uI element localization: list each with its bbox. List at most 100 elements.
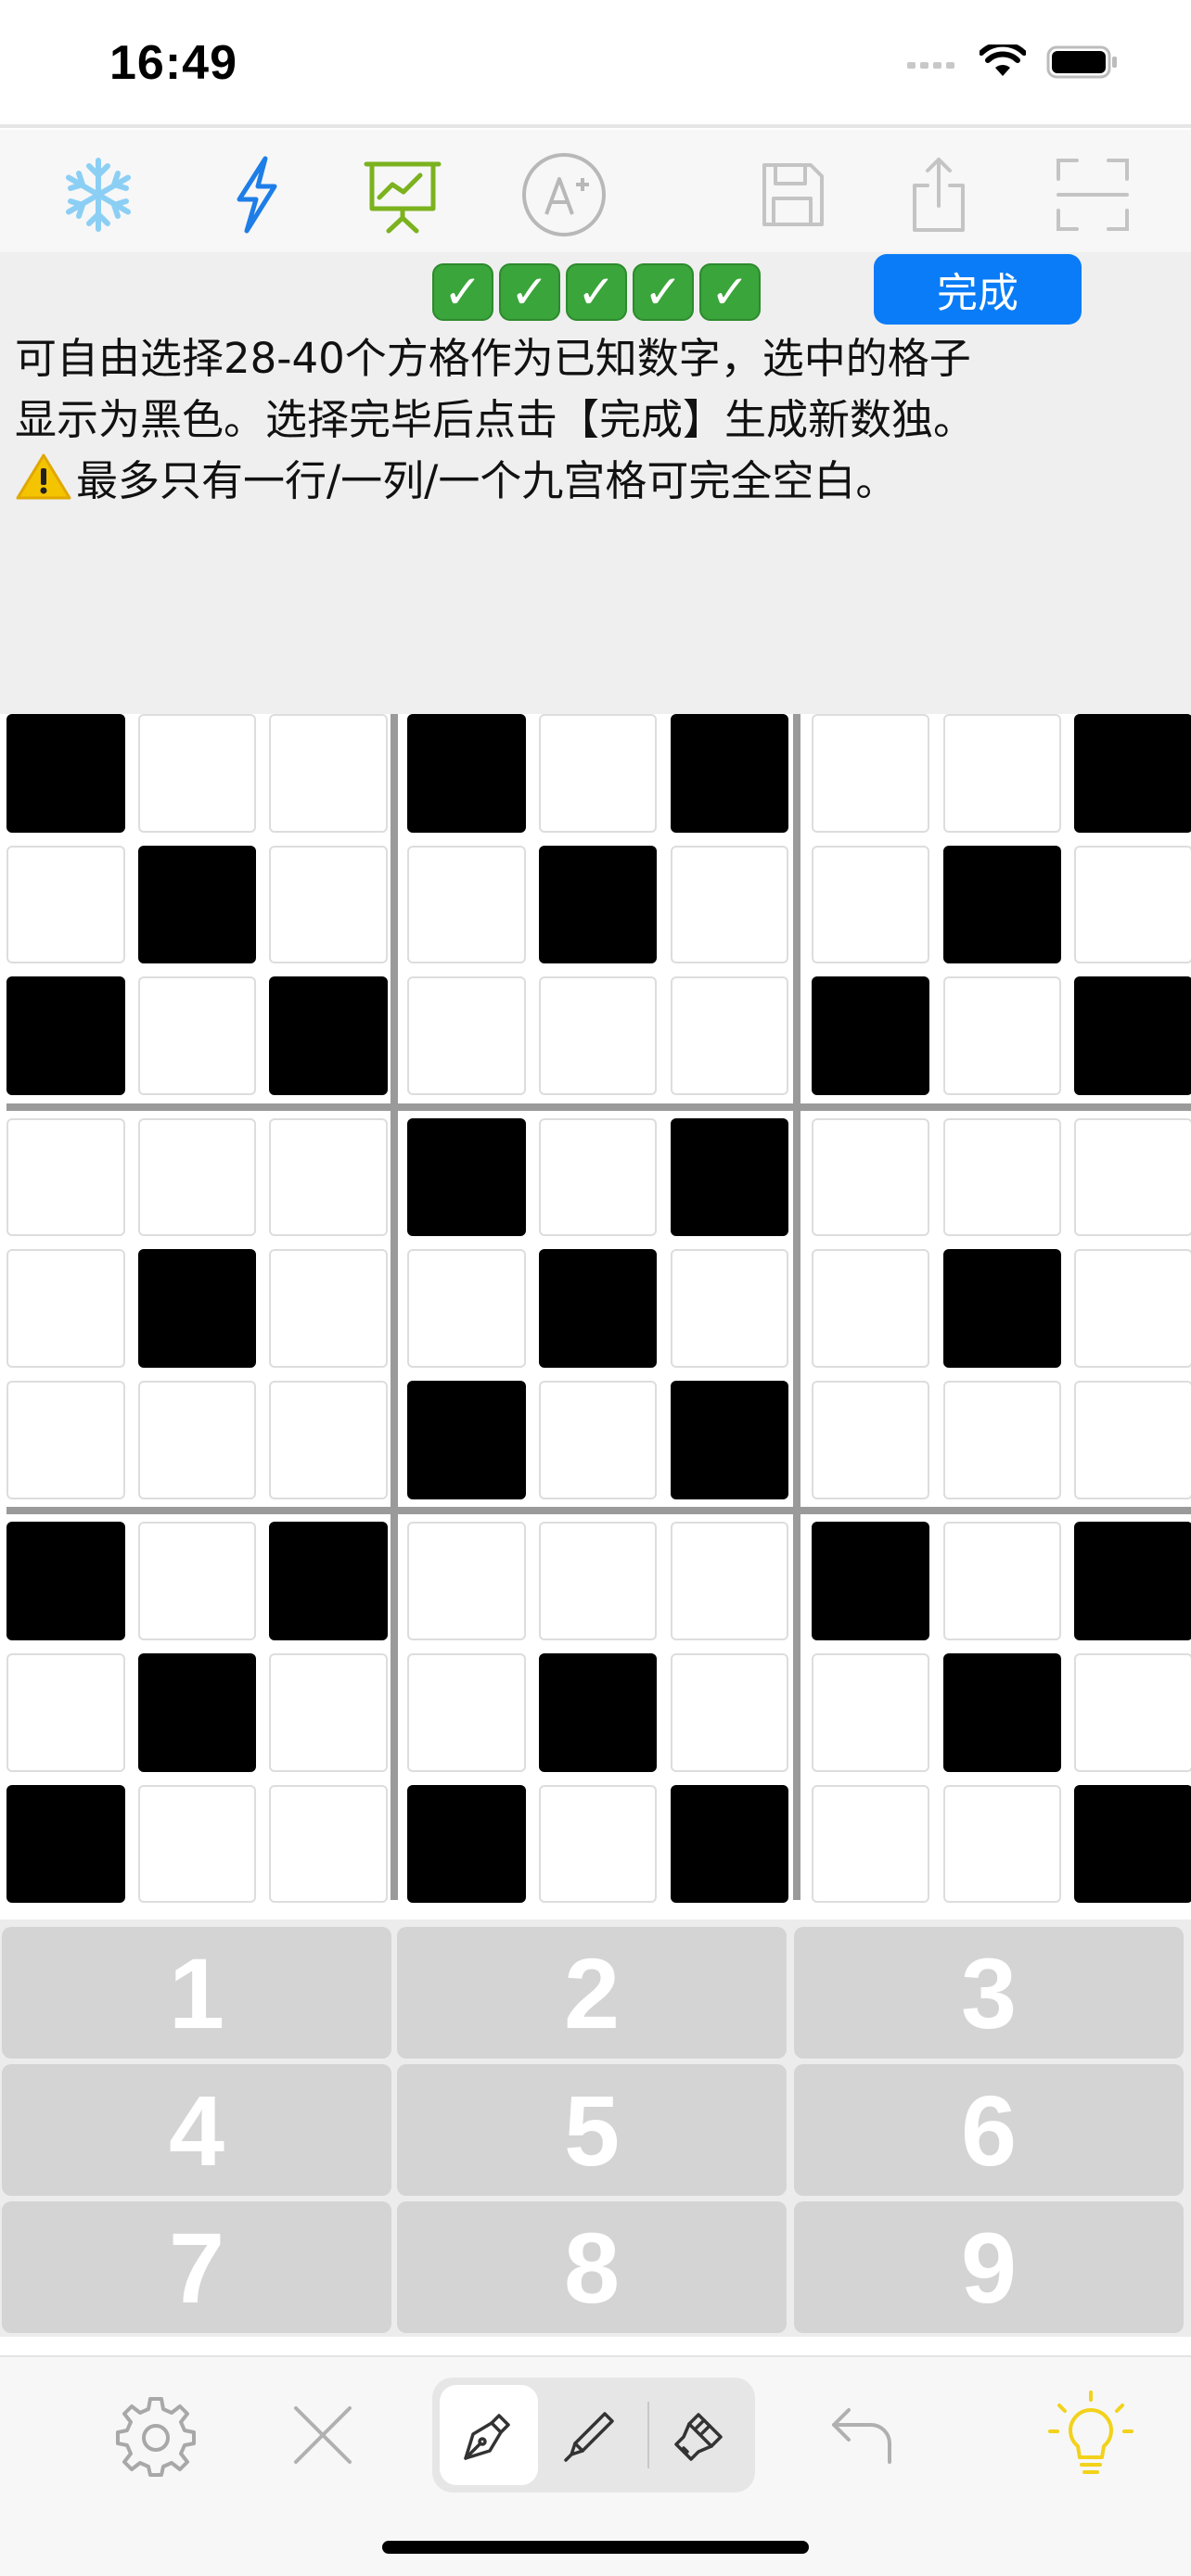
grid-cell-selected[interactable] — [137, 1249, 257, 1368]
grid-cell-selected[interactable] — [6, 1784, 125, 1904]
key-7[interactable]: 7 — [2, 2201, 391, 2333]
grid-cell-selected[interactable] — [538, 1653, 658, 1772]
grid-cell[interactable] — [269, 1381, 388, 1499]
grid-cell[interactable] — [269, 845, 388, 964]
grid-cell[interactable] — [6, 1117, 125, 1237]
grid-cell[interactable] — [407, 1249, 526, 1368]
grid-cell[interactable] — [1074, 845, 1191, 964]
grid-cell-selected[interactable] — [670, 1381, 789, 1499]
grid-cell-selected[interactable] — [670, 1117, 789, 1237]
grid-cell[interactable] — [269, 1653, 388, 1772]
grid-cell[interactable] — [811, 1653, 930, 1772]
grid-cell-selected[interactable] — [407, 714, 526, 833]
key-1[interactable]: 1 — [2, 1927, 391, 2059]
grid-cell-selected[interactable] — [670, 1784, 789, 1904]
grid-cell[interactable] — [6, 1653, 125, 1772]
grid-cell[interactable] — [538, 1522, 658, 1640]
brush-icon[interactable] — [659, 2391, 742, 2480]
grid-cell-selected[interactable] — [407, 1784, 526, 1904]
grid-cell-selected[interactable] — [137, 1653, 257, 1772]
key-3[interactable]: 3 — [794, 1927, 1184, 2059]
grid-cell-selected[interactable] — [1074, 976, 1191, 1095]
grid-cell[interactable] — [942, 714, 1062, 833]
grid-cell-selected[interactable] — [407, 1117, 526, 1237]
grid-cell[interactable] — [670, 1522, 789, 1640]
grade-a-plus-icon[interactable] — [519, 150, 608, 239]
pen-icon[interactable] — [447, 2391, 531, 2480]
grid-cell[interactable] — [670, 1653, 789, 1772]
undo-icon[interactable] — [816, 2391, 909, 2480]
grid-cell[interactable] — [811, 1784, 930, 1904]
grid-cell-selected[interactable] — [1074, 1784, 1191, 1904]
grid-cell-selected[interactable] — [1074, 1522, 1191, 1640]
grid-cell[interactable] — [670, 1249, 789, 1368]
grid-cell[interactable] — [269, 1117, 388, 1237]
grid-cell[interactable] — [538, 1784, 658, 1904]
key-4[interactable]: 4 — [2, 2064, 391, 2196]
grid-cell-selected[interactable] — [811, 976, 930, 1095]
grid-cell[interactable] — [670, 976, 789, 1095]
grid-cell[interactable] — [811, 1117, 930, 1237]
grid-cell[interactable] — [942, 976, 1062, 1095]
key-8[interactable]: 8 — [397, 2201, 787, 2333]
grid-cell[interactable] — [407, 1522, 526, 1640]
grid-cell-selected[interactable] — [670, 714, 789, 833]
grid-cell[interactable] — [137, 714, 257, 833]
grid-cell-selected[interactable] — [942, 1653, 1062, 1772]
grid-cell[interactable] — [269, 1784, 388, 1904]
grid-cell[interactable] — [407, 976, 526, 1095]
grid-cell[interactable] — [1074, 1117, 1191, 1237]
snowflake-icon[interactable] — [54, 150, 143, 239]
share-icon[interactable] — [894, 150, 983, 239]
lightning-icon[interactable] — [211, 150, 301, 239]
grid-cell[interactable] — [670, 845, 789, 964]
grid-cell[interactable] — [6, 1381, 125, 1499]
grid-cell[interactable] — [407, 845, 526, 964]
grid-cell[interactable] — [942, 1381, 1062, 1499]
grid-cell-selected[interactable] — [407, 1381, 526, 1499]
grid-cell[interactable] — [137, 976, 257, 1095]
grid-cell[interactable] — [538, 1117, 658, 1237]
key-2[interactable]: 2 — [397, 1927, 787, 2059]
grid-cell-selected[interactable] — [942, 1249, 1062, 1368]
grid-cell-selected[interactable] — [6, 1522, 125, 1640]
grid-cell-selected[interactable] — [269, 976, 388, 1095]
grid-cell[interactable] — [137, 1117, 257, 1237]
pencil-icon[interactable] — [549, 2391, 633, 2480]
grid-cell[interactable] — [538, 714, 658, 833]
grid-cell[interactable] — [1074, 1249, 1191, 1368]
grid-cell[interactable] — [811, 714, 930, 833]
grid-cell-selected[interactable] — [269, 1522, 388, 1640]
hint-bulb-icon[interactable] — [1044, 2391, 1137, 2480]
grid-cell[interactable] — [538, 1381, 658, 1499]
save-icon[interactable] — [748, 150, 837, 239]
grid-cell[interactable] — [269, 1249, 388, 1368]
grid-cell-selected[interactable] — [811, 1522, 930, 1640]
grid-cell[interactable] — [538, 976, 658, 1095]
grid-cell[interactable] — [942, 1117, 1062, 1237]
grid-cell[interactable] — [942, 1784, 1062, 1904]
key-6[interactable]: 6 — [794, 2064, 1184, 2196]
grid-cell[interactable] — [942, 1522, 1062, 1640]
grid-cell[interactable] — [6, 1249, 125, 1368]
fullscreen-icon[interactable] — [1048, 150, 1137, 239]
grid-cell[interactable] — [269, 714, 388, 833]
grid-cell[interactable] — [1074, 1381, 1191, 1499]
grid-cell[interactable] — [6, 845, 125, 964]
grid-cell-selected[interactable] — [6, 976, 125, 1095]
grid-cell[interactable] — [407, 1653, 526, 1772]
grid-cell[interactable] — [811, 1249, 930, 1368]
done-button[interactable]: 完成 — [874, 254, 1082, 325]
grid-cell[interactable] — [137, 1381, 257, 1499]
grid-cell-selected[interactable] — [538, 1249, 658, 1368]
key-5[interactable]: 5 — [397, 2064, 787, 2196]
clear-icon[interactable] — [276, 2391, 369, 2480]
grid-cell-selected[interactable] — [1074, 714, 1191, 833]
grid-cell[interactable] — [811, 845, 930, 964]
grid-cell[interactable] — [137, 1522, 257, 1640]
presentation-chart-icon[interactable] — [358, 150, 447, 239]
grid-cell-selected[interactable] — [6, 714, 125, 833]
settings-icon[interactable] — [109, 2391, 202, 2480]
grid-cell-selected[interactable] — [942, 845, 1062, 964]
grid-cell-selected[interactable] — [137, 845, 257, 964]
